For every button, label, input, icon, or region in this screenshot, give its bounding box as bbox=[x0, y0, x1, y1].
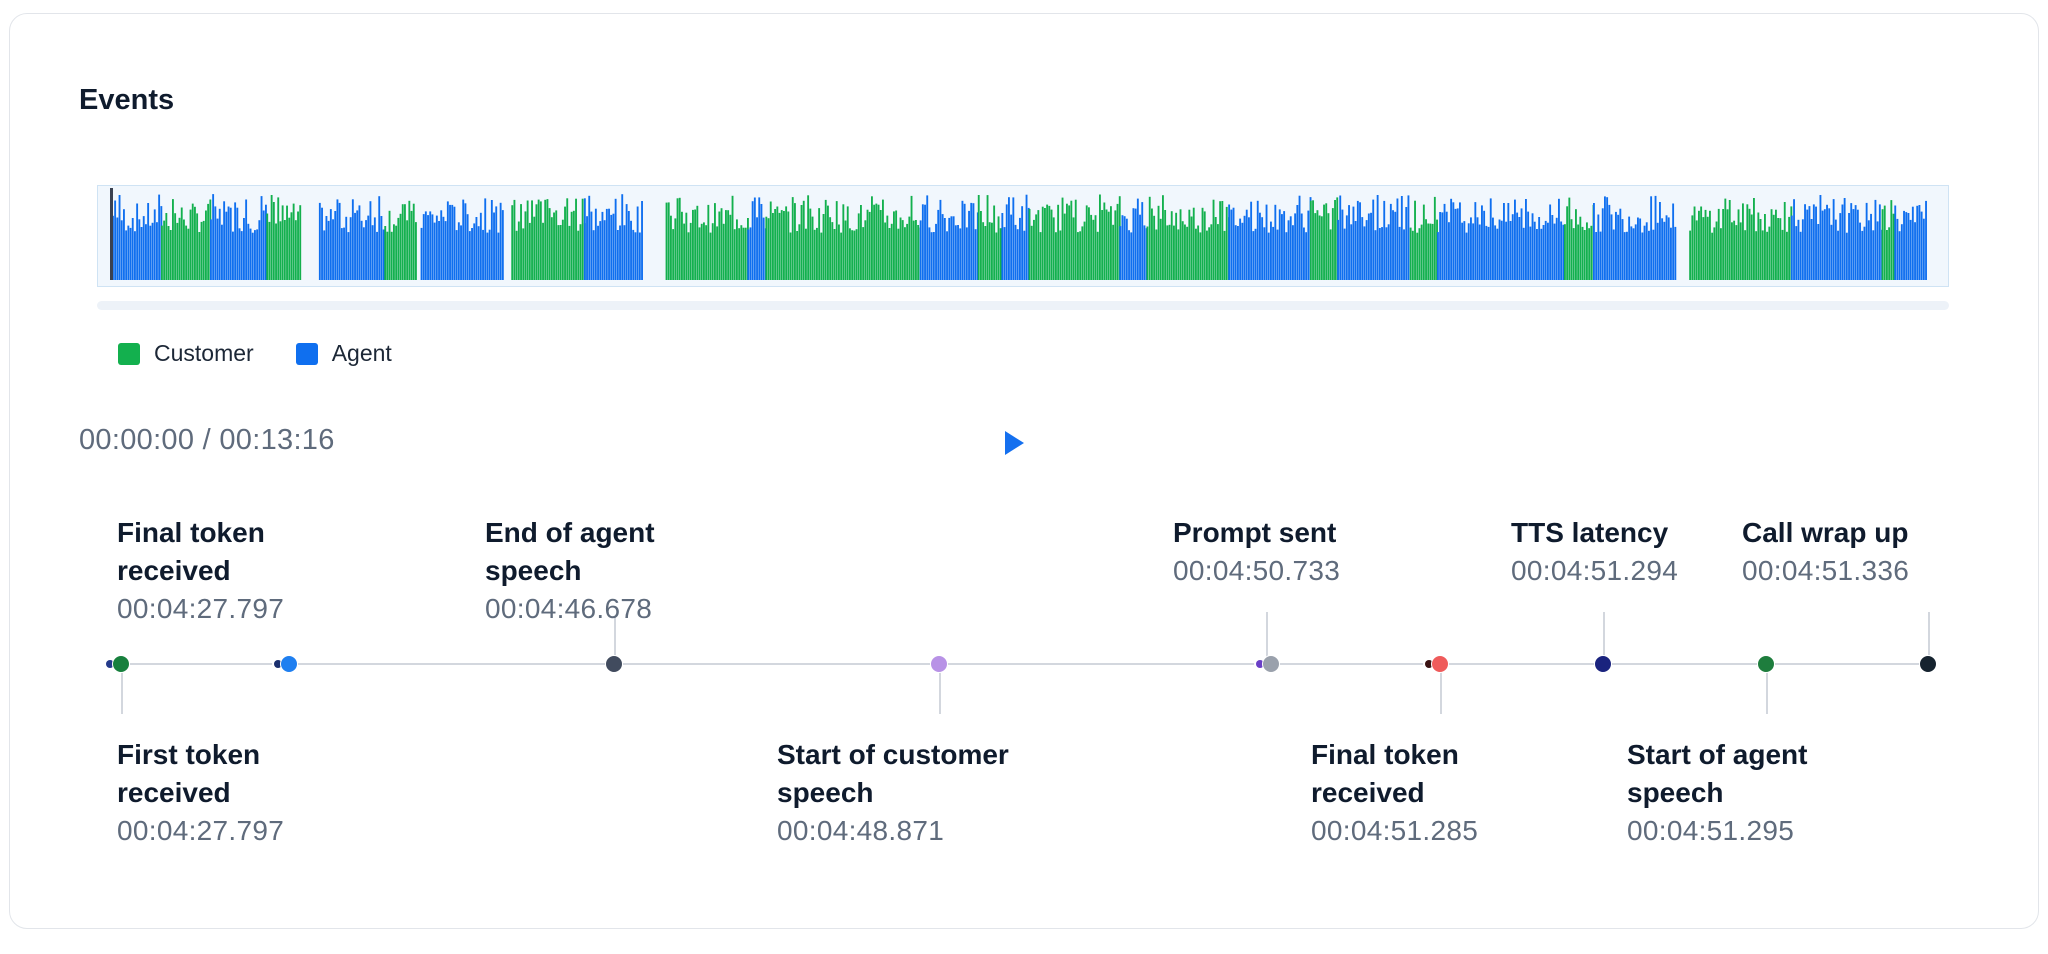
event-marker-end-of-agent-speech[interactable] bbox=[605, 655, 623, 673]
waveform-segment-customer bbox=[1409, 196, 1438, 280]
event-name: Start of customer speech bbox=[777, 739, 1009, 808]
waveform-canvas[interactable] bbox=[98, 186, 1947, 285]
event-marker-first-token-received[interactable] bbox=[112, 655, 130, 673]
event-marker-tts-latency[interactable] bbox=[1594, 655, 1612, 673]
waveform-segment-customer bbox=[511, 198, 586, 280]
waveform-segment-agent bbox=[747, 197, 767, 280]
events-title: Events bbox=[79, 84, 175, 116]
event-name: Call wrap up bbox=[1742, 517, 1909, 548]
event-name: Prompt sent bbox=[1173, 517, 1337, 548]
waveform-segment-agent bbox=[420, 198, 504, 280]
legend-item-customer: Customer bbox=[118, 340, 254, 367]
waveform-scrollbar[interactable] bbox=[97, 301, 1949, 310]
total-duration: 00:13:16 bbox=[219, 424, 335, 456]
waveform-segment-customer bbox=[266, 195, 302, 280]
event-time: 00:04:50.733 bbox=[1173, 555, 1341, 586]
event-label-start-of-agent-speech: Start of agent speech 00:04:51.295 bbox=[1627, 736, 1867, 850]
event-time: 00:04:51.336 bbox=[1742, 555, 1910, 586]
legend-swatch-customer bbox=[118, 342, 140, 365]
event-label-tts-latency: TTS latency 00:04:51.294 bbox=[1511, 514, 1751, 590]
waveform-segment-customer bbox=[665, 195, 749, 280]
event-marker-2[interactable] bbox=[280, 655, 298, 673]
event-time: 00:04:51.285 bbox=[1311, 815, 1479, 846]
event-marker-prompt-sent[interactable] bbox=[1262, 655, 1280, 673]
waveform-segment-agent bbox=[1337, 195, 1410, 280]
event-time: 00:04:51.294 bbox=[1511, 555, 1679, 586]
event-marker-start-of-agent-speech[interactable] bbox=[1757, 655, 1775, 673]
waveform-segment-agent bbox=[1001, 194, 1030, 280]
waveform-segment-agent bbox=[1119, 198, 1148, 280]
legend-item-agent: Agent bbox=[295, 340, 392, 367]
audio-waveform[interactable] bbox=[97, 185, 1949, 287]
event-label-end-of-agent-speech: End of agent speech 00:04:46.678 bbox=[485, 514, 725, 628]
event-time: 00:04:27.797 bbox=[117, 593, 285, 624]
event-name: Final token received bbox=[117, 517, 265, 586]
waveform-segment-customer bbox=[161, 199, 212, 280]
playhead[interactable] bbox=[110, 188, 113, 280]
event-time: 00:04:48.871 bbox=[777, 815, 945, 846]
waveform-segment-customer bbox=[384, 200, 417, 280]
waveform-segment-agent bbox=[583, 194, 643, 280]
event-label-start-of-customer-speech: Start of customer speech 00:04:48.871 bbox=[777, 736, 1017, 850]
current-time: 00:00:00 bbox=[79, 424, 195, 456]
waveform-segment-customer bbox=[1881, 200, 1895, 280]
events-timeline-track bbox=[107, 663, 1933, 665]
waveform-segment-agent bbox=[1790, 195, 1883, 280]
event-marker-final-token-received-2[interactable] bbox=[1431, 655, 1449, 673]
waveform-segment-agent bbox=[1894, 200, 1927, 280]
event-time: 00:04:27.797 bbox=[117, 815, 285, 846]
event-marker-start-of-customer-speech[interactable] bbox=[930, 655, 948, 673]
play-button[interactable] bbox=[998, 428, 1028, 458]
waveform-segment-agent bbox=[1437, 198, 1565, 280]
waveform-segment-customer bbox=[1028, 194, 1121, 280]
time-separator: / bbox=[194, 424, 220, 456]
speaker-legend: Customer Agent bbox=[118, 340, 392, 367]
waveform-segment-customer bbox=[1146, 195, 1230, 280]
waveform-segment-agent bbox=[112, 194, 163, 280]
waveform-segment-agent bbox=[1228, 195, 1312, 280]
playback-time: 00:00:00 / 00:13:16 bbox=[79, 424, 335, 457]
event-label-first-token-received: First token received 00:04:27.797 bbox=[117, 736, 357, 850]
waveform-segment-agent bbox=[318, 196, 385, 280]
waveform-segment-customer bbox=[1564, 197, 1595, 280]
event-name: End of agent speech bbox=[485, 517, 655, 586]
legend-label-customer: Customer bbox=[154, 340, 254, 366]
event-label-final-token-received: Final token received 00:04:27.797 bbox=[117, 514, 357, 628]
legend-label-agent: Agent bbox=[331, 340, 392, 366]
event-label-prompt-sent: Prompt sent 00:04:50.733 bbox=[1173, 514, 1413, 590]
waveform-segment-customer bbox=[1689, 198, 1793, 280]
event-name: Start of agent speech bbox=[1627, 739, 1808, 808]
waveform-segment-agent bbox=[210, 194, 267, 280]
waveform-segment-customer bbox=[1309, 197, 1339, 280]
event-marker-call-wrap-up[interactable] bbox=[1919, 655, 1937, 673]
waveform-segment-customer bbox=[765, 195, 922, 280]
event-label-call-wrap-up: Call wrap up 00:04:51.336 bbox=[1742, 514, 1982, 590]
event-label-final-token-received-2: Final token received 00:04:51.285 bbox=[1311, 736, 1551, 850]
event-time: 00:04:51.295 bbox=[1627, 815, 1795, 846]
waveform-segment-customer bbox=[977, 195, 1002, 280]
event-time: 00:04:46.678 bbox=[485, 593, 653, 624]
play-icon bbox=[1005, 431, 1024, 455]
event-name: First token received bbox=[117, 739, 261, 808]
waveform-segment-agent bbox=[1593, 195, 1677, 280]
waveform-segment-agent bbox=[919, 195, 979, 280]
event-name: TTS latency bbox=[1511, 517, 1669, 548]
legend-swatch-agent bbox=[295, 342, 318, 365]
event-name: Final token received bbox=[1311, 739, 1459, 808]
